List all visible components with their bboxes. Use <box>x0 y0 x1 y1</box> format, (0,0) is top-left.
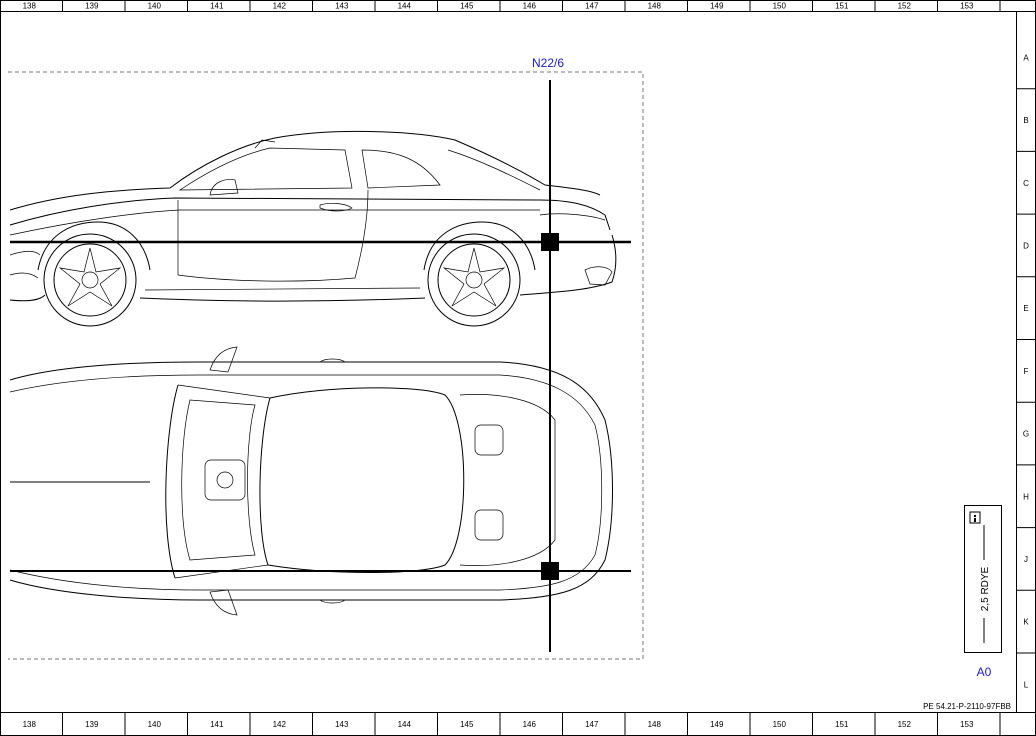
component-label-n22-6[interactable]: N22/6 <box>532 56 564 70</box>
column-label: 138 <box>23 720 37 729</box>
column-label: 144 <box>398 2 412 11</box>
column-label: 153 <box>960 720 974 729</box>
column-label: 147 <box>585 720 599 729</box>
wiring-diagram-page: 138 139 140 141 142 143 144 145 146 147 148 149 150 1… <box>0 0 1036 736</box>
column-label: 152 <box>898 2 912 11</box>
column-label: 142 <box>273 2 287 11</box>
wire-spec-label: 2,5 RDYE <box>980 566 991 611</box>
row-label: F <box>1024 367 1029 376</box>
column-label: 151 <box>835 720 849 729</box>
column-label: 146 <box>523 2 537 11</box>
column-label: 150 <box>773 2 787 11</box>
row-label: J <box>1024 555 1028 564</box>
row-label: D <box>1023 241 1029 250</box>
info-icon[interactable] <box>969 511 981 524</box>
bottom-column-ruler: 138 139 140 141 142 143 144 145 146 147 148 149 150 1… <box>0 712 1036 736</box>
column-label: 140 <box>148 2 162 11</box>
row-label: B <box>1023 116 1028 125</box>
column-label: 143 <box>335 720 349 729</box>
column-label: 141 <box>210 720 224 729</box>
column-label: 149 <box>710 2 724 11</box>
column-label: 153 <box>960 2 974 11</box>
column-label: 148 <box>648 2 662 11</box>
row-label: H <box>1023 492 1029 501</box>
column-label: 144 <box>398 720 412 729</box>
column-label: 139 <box>85 2 99 11</box>
column-label: 140 <box>148 720 162 729</box>
right-row-ruler: A B C D E F G H J K L <box>1016 11 1036 712</box>
column-label: 139 <box>85 720 99 729</box>
row-label: L <box>1024 680 1029 689</box>
column-label: 141 <box>210 2 224 11</box>
document-reference: PE 54.21-P-2110-97FBB <box>923 702 1011 711</box>
location-marker-top[interactable] <box>541 562 559 580</box>
column-label: 148 <box>648 720 662 729</box>
diagram-canvas: 138 139 140 141 142 143 144 145 146 147 148 149 150 1… <box>0 0 1036 736</box>
column-label: 145 <box>460 2 474 11</box>
column-label: 143 <box>335 2 349 11</box>
row-label: A <box>1023 53 1029 62</box>
row-label: E <box>1023 304 1028 313</box>
column-label: 149 <box>710 720 724 729</box>
column-label: 138 <box>23 2 37 11</box>
row-label: K <box>1023 618 1029 627</box>
column-label: 151 <box>835 2 849 11</box>
column-label: 145 <box>460 720 474 729</box>
row-label: C <box>1023 179 1029 188</box>
column-label: 142 <box>273 720 287 729</box>
car-side-view <box>9 130 617 327</box>
column-label: 150 <box>773 720 787 729</box>
row-label: G <box>1023 430 1029 439</box>
column-label: 146 <box>523 720 537 729</box>
outer-frame <box>0 0 1036 736</box>
column-label: 147 <box>585 2 599 11</box>
wire-spec-box: 2,5 RDYE <box>964 505 1002 653</box>
top-column-ruler: 138 139 140 141 142 143 144 145 146 147 148 149 150 1… <box>0 0 1036 12</box>
column-label: 152 <box>898 720 912 729</box>
location-crosshair-lines <box>10 80 631 652</box>
connector-label-a0[interactable]: A0 <box>977 665 992 679</box>
location-marker-side[interactable] <box>541 233 559 251</box>
car-top-view <box>9 346 613 616</box>
